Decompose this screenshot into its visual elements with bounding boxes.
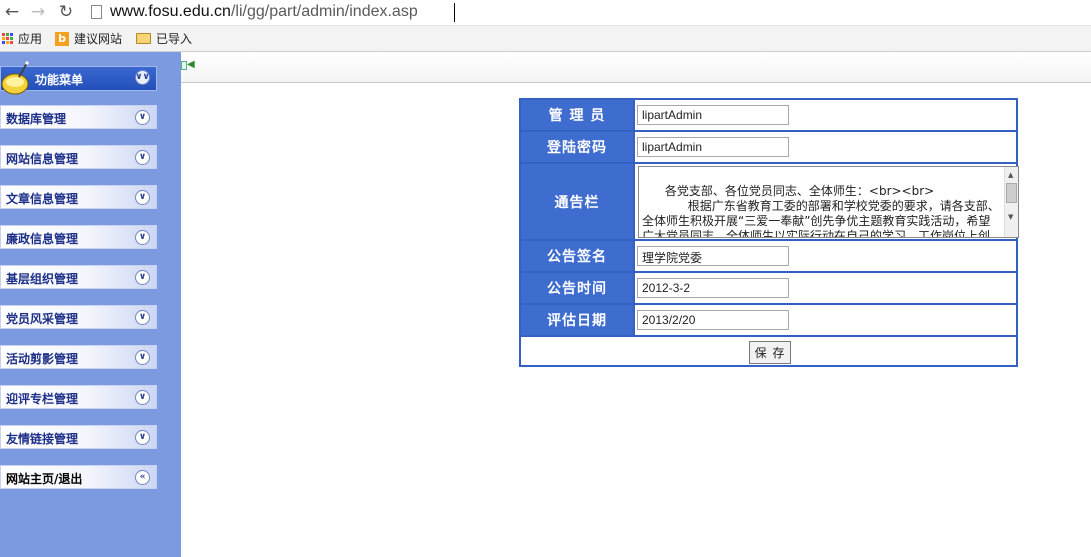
chevron-down-icon[interactable]: ∨∨ — [135, 70, 150, 85]
scroll-up-icon[interactable]: ▲ — [1008, 168, 1013, 183]
url-path: /li/gg/part/admin/index.asp — [230, 3, 418, 20]
password-label: 登陆密码 — [521, 132, 635, 162]
row-time: 公告时间 2012-3-2 — [521, 273, 1016, 305]
sidebar-item-label: 活动剪影管理 — [6, 352, 79, 366]
url-host: www.fosu.edu.cn — [110, 3, 231, 20]
bookmarks-bar: 应用 b 建议网站 已导入 — [0, 26, 1091, 52]
sidebar-item-database[interactable]: 数据库管理 ∨ — [0, 105, 157, 129]
menu-header[interactable]: 功能菜单 ∨∨ — [0, 61, 157, 95]
forward-icon[interactable]: → — [28, 2, 48, 22]
sidebar-item-evaluation[interactable]: 迎评专栏管理 ∨ — [0, 385, 157, 409]
chevron-left-icon[interactable]: « — [135, 470, 150, 485]
time-label: 公告时间 — [521, 273, 635, 303]
sidebar-item-links[interactable]: 友情链接管理 ∨ — [0, 425, 157, 449]
sidebar-item-label: 网站信息管理 — [6, 152, 79, 166]
scroll-down-icon[interactable]: ▼ — [1008, 210, 1013, 225]
menu-header-label: 功能菜单 — [35, 73, 84, 87]
admin-label: 管 理 员 — [521, 100, 635, 130]
chevron-down-icon[interactable]: ∨ — [135, 390, 150, 405]
sidebar-item-activities[interactable]: 活动剪影管理 ∨ — [0, 345, 157, 369]
time-input[interactable]: 2012-3-2 — [637, 278, 789, 298]
chevron-down-icon[interactable]: ∨ — [135, 310, 150, 325]
bookmark-apps-label: 应用 — [18, 32, 43, 46]
reload-icon[interactable]: ↻ — [56, 2, 76, 22]
chevron-down-icon[interactable]: ∨ — [135, 270, 150, 285]
chevron-down-icon[interactable]: ∨ — [135, 190, 150, 205]
apps-grid-icon — [2, 33, 13, 44]
notice-text: 各党支部、各位党员同志、全体师生：<br><br> 根据广东省教育工委的部署和学… — [642, 184, 1000, 238]
url-field[interactable]: www.fosu.edu.cn/li/gg/part/admin/index.a… — [110, 3, 418, 21]
chevron-down-icon[interactable]: ∨ — [135, 430, 150, 445]
notice-label: 通告栏 — [521, 164, 635, 239]
bookmark-imported-label: 已导入 — [156, 32, 193, 46]
sidebar: 功能菜单 ∨∨ 数据库管理 ∨ 网站信息管理 ∨ 文章信息管理 ∨ 廉政信息管理… — [0, 52, 181, 557]
notice-settings-form: 管 理 员 lipartAdmin 登陆密码 lipartAdmin 通告栏 各… — [519, 98, 1019, 367]
sidebar-item-organization[interactable]: 基层组织管理 ∨ — [0, 265, 157, 289]
bookmark-suggested-label: 建议网站 — [74, 32, 123, 46]
chevron-down-icon[interactable]: ∨ — [135, 110, 150, 125]
sidebar-item-articles[interactable]: 文章信息管理 ∨ — [0, 185, 157, 209]
notice-textarea[interactable]: 各党支部、各位党员同志、全体师生：<br><br> 根据广东省教育工委的部署和学… — [638, 166, 1019, 238]
sidebar-item-label: 党员风采管理 — [6, 312, 79, 326]
row-notice: 通告栏 各党支部、各位党员同志、全体师生：<br><br> 根据广东省教育工委的… — [521, 164, 1019, 241]
folder-icon — [136, 33, 151, 44]
sidebar-item-label: 网站主页/退出 — [6, 472, 83, 486]
bookmark-apps[interactable]: 应用 — [2, 30, 42, 47]
sidebar-item-label: 基层组织管理 — [6, 272, 79, 286]
browser-toolbar: ← → ↻ www.fosu.edu.cn/li/gg/part/admin/i… — [0, 0, 1091, 26]
sidebar-item-label: 数据库管理 — [6, 112, 67, 126]
sidebar-item-site-info[interactable]: 网站信息管理 ∨ — [0, 145, 157, 169]
bookmark-imported[interactable]: 已导入 — [136, 30, 192, 47]
sidebar-item-label: 廉政信息管理 — [6, 232, 79, 246]
content-topbar: ◀ — [181, 52, 1091, 83]
sidebar-item-home-logout[interactable]: 网站主页/退出 « — [0, 465, 157, 489]
sidebar-item-label: 友情链接管理 — [6, 432, 79, 446]
row-password: 登陆密码 lipartAdmin — [521, 132, 1016, 164]
admin-input[interactable]: lipartAdmin — [637, 105, 789, 125]
eval-date-input[interactable]: 2013/2/20 — [637, 310, 789, 330]
chevron-down-icon[interactable]: ∨ — [135, 230, 150, 245]
menu-logo-icon — [1, 61, 29, 95]
row-admin: 管 理 员 lipartAdmin — [521, 100, 1016, 132]
sidebar-item-label: 文章信息管理 — [6, 192, 79, 206]
password-input[interactable]: lipartAdmin — [637, 137, 789, 157]
sidebar-item-members[interactable]: 党员风采管理 ∨ — [0, 305, 157, 329]
notice-scrollbar[interactable]: ▲ ▼ — [1004, 167, 1018, 237]
sidebar-item-integrity[interactable]: 廉政信息管理 ∨ — [0, 225, 157, 249]
page-icon — [91, 5, 102, 19]
arrow-left-icon[interactable]: ◀ — [187, 59, 195, 70]
back-icon[interactable]: ← — [2, 2, 22, 22]
bing-icon: b — [55, 31, 69, 46]
chevron-down-icon[interactable]: ∨ — [135, 150, 150, 165]
eval-date-label: 评估日期 — [521, 305, 635, 335]
signature-input[interactable]: 理学院党委 — [637, 246, 789, 266]
signature-label: 公告签名 — [521, 241, 635, 271]
save-button[interactable]: 保 存 — [749, 341, 791, 364]
chevron-down-icon[interactable]: ∨ — [135, 350, 150, 365]
sidebar-item-label: 迎评专栏管理 — [6, 392, 79, 406]
row-signature: 公告签名 理学院党委 — [521, 241, 1016, 273]
text-caret — [454, 3, 455, 22]
bookmark-suggested[interactable]: b 建议网站 — [55, 30, 122, 47]
scroll-thumb[interactable] — [1006, 183, 1017, 203]
row-eval-date: 评估日期 2013/2/20 — [521, 305, 1016, 337]
